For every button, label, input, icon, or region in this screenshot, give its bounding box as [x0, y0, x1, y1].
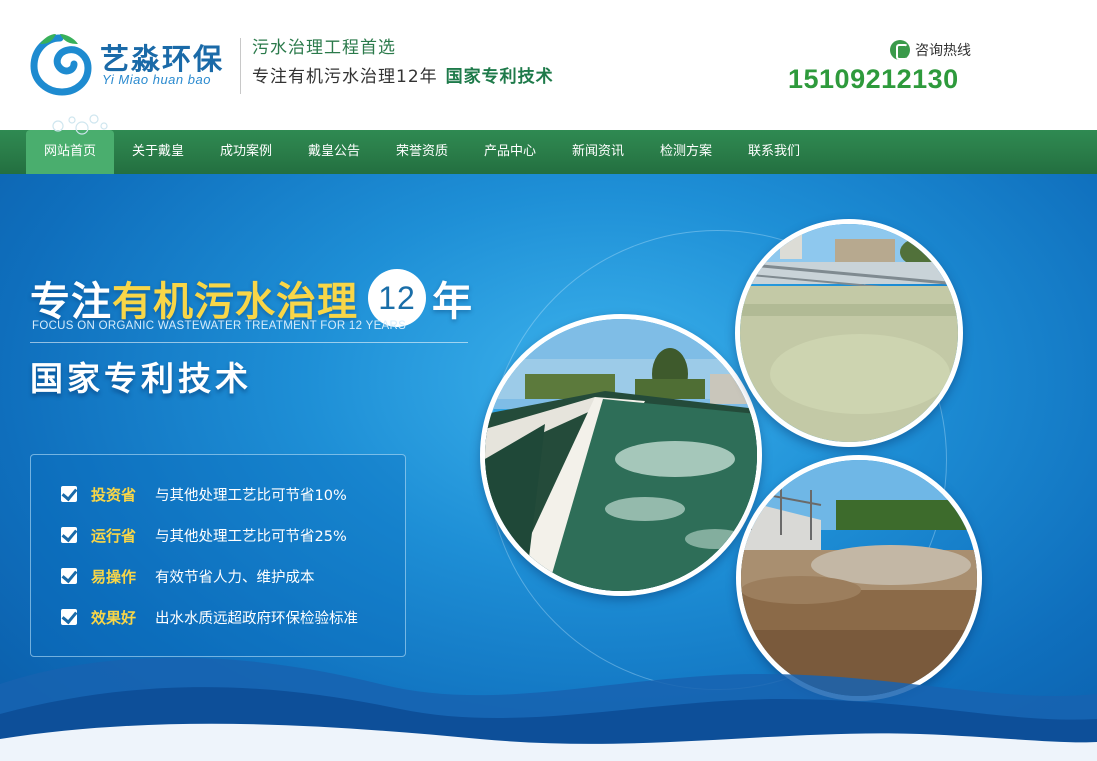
banner-patent-title: 国家专利技术 — [30, 359, 252, 398]
checkbox-icon — [61, 609, 77, 625]
photo-clarifier — [735, 219, 963, 447]
slogan-line-1: 污水治理工程首选 — [252, 38, 396, 58]
feature-title: 投资省 — [91, 485, 137, 504]
banner-title: 专注 有机污水治理 12 年 — [30, 269, 473, 327]
feature-item: 易操作 有效节省人力、维护成本 — [61, 564, 315, 588]
banner-years-badge: 12 — [368, 269, 426, 327]
hero-banner[interactable]: 专注 有机污水治理 12 年 FOCUS ON ORGANIC WASTEWATER … — [0, 174, 1097, 761]
decorative-wave — [0, 657, 1097, 761]
feature-desc: 与其他处理工艺比可节省10% — [155, 487, 347, 504]
banner-divider — [30, 342, 468, 343]
logo-english-name: Yi Miao huan bao — [102, 72, 211, 87]
header-divider — [240, 38, 241, 94]
feature-desc: 与其他处理工艺比可节省25% — [155, 528, 347, 545]
slogan-line-2: 专注有机污水治理12年 国家专利技术 — [252, 62, 554, 87]
decorative-bubbles — [52, 114, 108, 135]
nav-item-testing[interactable]: 检测方案 — [642, 130, 730, 174]
site-header: 艺淼环保 Yi Miao huan bao 污水治理工程首选 专注有机污水治理1… — [0, 0, 1097, 130]
nav-item-news[interactable]: 新闻资讯 — [554, 130, 642, 174]
slogan-line-2-text: 专注有机污水治理12年 — [252, 67, 438, 87]
photo-aeration-tank — [480, 314, 762, 596]
nav-item-cases[interactable]: 成功案例 — [202, 130, 290, 174]
banner-subtitle-english: FOCUS ON ORGANIC WASTEWATER TREATMENT FO… — [32, 320, 407, 332]
nav-item-about[interactable]: 关于戴皇 — [114, 130, 202, 174]
slogan-line-2-strong: 国家专利技术 — [445, 67, 554, 87]
checkbox-icon — [61, 568, 77, 584]
hotline-number[interactable]: 15109212130 — [788, 64, 959, 95]
feature-item: 投资省 与其他处理工艺比可节省10% — [61, 482, 347, 506]
nav-item-notices[interactable]: 戴皇公告 — [290, 130, 378, 174]
nav-item-honors[interactable]: 荣誉资质 — [378, 130, 466, 174]
hotline-label: 咨询热线 — [890, 40, 971, 60]
feature-title: 易操作 — [91, 567, 137, 586]
banner-title-suffix: 年 — [432, 279, 473, 325]
feature-item: 效果好 出水水质远超政府环保检验标准 — [61, 605, 358, 629]
hotline-label-text: 咨询热线 — [915, 43, 971, 59]
checkbox-icon — [61, 527, 77, 543]
nav-items: 网站首页 关于戴皇 成功案例 戴皇公告 荣誉资质 产品中心 新闻资讯 检测方案 … — [26, 130, 818, 174]
logo-icon — [30, 34, 92, 96]
feature-title: 运行省 — [91, 526, 137, 545]
feature-desc: 出水水质远超政府环保检验标准 — [155, 610, 358, 627]
checkbox-icon — [61, 486, 77, 502]
nav-item-products[interactable]: 产品中心 — [466, 130, 554, 174]
feature-list: 投资省 与其他处理工艺比可节省10% 运行省 与其他处理工艺比可节省25% 易操… — [30, 454, 406, 657]
phone-icon — [890, 40, 910, 60]
feature-item: 运行省 与其他处理工艺比可节省25% — [61, 523, 347, 547]
feature-title: 效果好 — [91, 608, 137, 627]
banner-title-prefix: 专注 — [30, 279, 112, 325]
banner-title-highlight: 有机污水治理 — [112, 279, 358, 325]
nav-item-contact[interactable]: 联系我们 — [730, 130, 818, 174]
main-nav: 网站首页 关于戴皇 成功案例 戴皇公告 荣誉资质 产品中心 新闻资讯 检测方案 … — [0, 130, 1097, 174]
site-logo[interactable]: 艺淼环保 Yi Miao huan bao — [26, 30, 236, 98]
feature-desc: 有效节省人力、维护成本 — [155, 569, 315, 586]
